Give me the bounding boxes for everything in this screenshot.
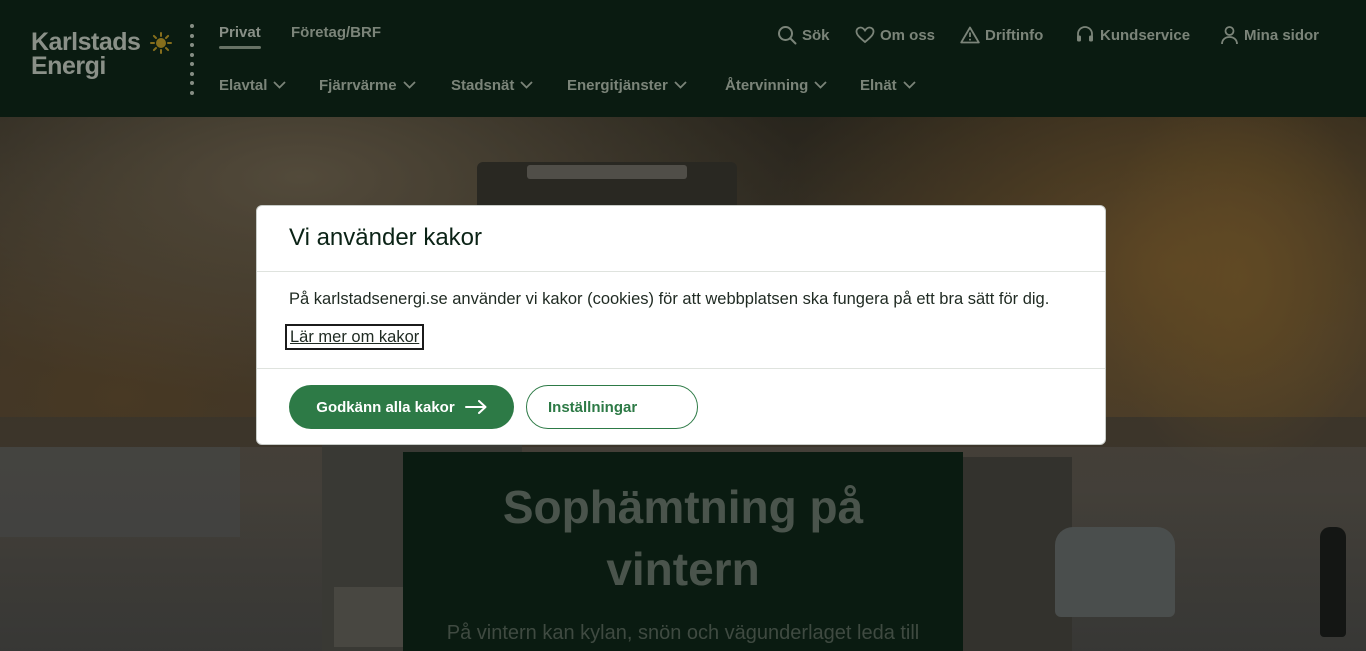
cookie-consent-dialog: Vi använder kakor På karlstadsenergi.se … [256, 205, 1106, 445]
accept-button-label: Godkänn alla kakor [316, 398, 455, 416]
cookie-settings-button[interactable]: Inställningar [526, 385, 698, 429]
settings-button-label: Inställningar [548, 398, 638, 416]
divider [257, 368, 1105, 369]
arrow-right-icon [464, 400, 487, 414]
cookie-dialog-title: Vi använder kakor [289, 224, 483, 251]
cookie-dialog-text: På karlstadsenergi.se använder vi kakor … [289, 290, 1050, 308]
accept-all-cookies-button[interactable]: Godkänn alla kakor [289, 385, 514, 429]
divider [257, 271, 1105, 272]
learn-more-cookies-link[interactable]: Lär mer om kakor [285, 324, 425, 350]
